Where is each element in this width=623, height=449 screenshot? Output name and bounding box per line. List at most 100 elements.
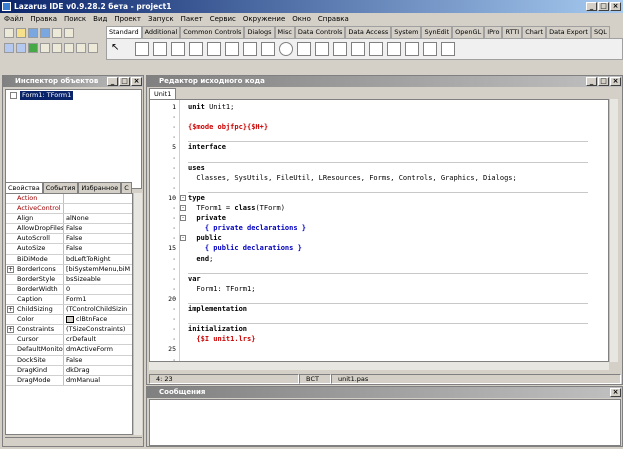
property-value[interactable]: crDefault xyxy=(64,335,132,344)
property-row[interactable]: + ChildSizing (TControlChildSizin xyxy=(6,305,132,316)
property-value[interactable]: (TSizeConstraints) xyxy=(64,325,132,334)
palette-tab-9[interactable]: OpenGL xyxy=(452,26,485,38)
inspector-minimize-button[interactable]: _ xyxy=(107,77,118,86)
property-row[interactable]: ActiveControl xyxy=(6,204,132,215)
property-row[interactable]: AutoSize False xyxy=(6,244,132,255)
property-value[interactable]: alNone xyxy=(64,214,132,223)
property-scrollbar[interactable] xyxy=(133,193,142,435)
combobox-icon[interactable] xyxy=(315,42,329,56)
property-value[interactable]: (TControlChildSizin xyxy=(64,305,132,314)
edit-icon[interactable] xyxy=(207,42,221,56)
property-row[interactable]: BorderStyle bsSizeable xyxy=(6,274,132,285)
frame-icon[interactable] xyxy=(423,42,437,56)
menu-item-8[interactable]: Окружение xyxy=(243,15,285,23)
groupbox-icon[interactable] xyxy=(351,42,365,56)
stop-icon[interactable] xyxy=(52,43,62,53)
property-value[interactable]: clBtnFace xyxy=(64,315,132,324)
fold-toggle-icon[interactable]: - xyxy=(180,205,186,211)
property-value[interactable]: dkDrag xyxy=(64,366,132,375)
editor-horizontal-scrollbar[interactable] xyxy=(149,362,609,370)
run-icon[interactable] xyxy=(28,43,38,53)
checkgroup-icon[interactable] xyxy=(387,42,401,56)
radiobutton-icon[interactable] xyxy=(279,42,293,56)
inspector-tab-3[interactable]: С xyxy=(121,182,132,193)
palette-tab-3[interactable]: Dialogs xyxy=(244,26,275,38)
menu-item-4[interactable]: Проект xyxy=(114,15,141,23)
property-value[interactable]: bsSizeable xyxy=(64,275,132,284)
property-value[interactable]: dmActiveForm xyxy=(64,345,132,354)
property-value[interactable]: dmManual xyxy=(64,376,132,385)
menu-item-9[interactable]: Окно xyxy=(292,15,311,23)
run-to-cursor-icon[interactable] xyxy=(88,43,98,53)
palette-tab-1[interactable]: Additional xyxy=(141,26,181,38)
open-icon[interactable] xyxy=(16,28,26,38)
palette-tab-7[interactable]: System xyxy=(391,26,422,38)
inspector-tab-2[interactable]: Избранное xyxy=(78,182,122,193)
palette-tab-4[interactable]: Misc xyxy=(274,26,295,38)
menu-item-0[interactable]: Файл xyxy=(4,15,23,23)
property-value[interactable] xyxy=(64,194,132,203)
maximize-button[interactable]: □ xyxy=(598,2,609,11)
popupmenu-icon[interactable] xyxy=(153,42,167,56)
tab-unit1[interactable]: Unit1 xyxy=(149,88,177,99)
panel-icon[interactable] xyxy=(405,42,419,56)
step-over-icon[interactable] xyxy=(76,43,86,53)
property-row[interactable]: BorderWidth 0 xyxy=(6,284,132,295)
property-row[interactable]: Align alNone xyxy=(6,214,132,225)
menu-item-5[interactable]: Запуск xyxy=(148,15,174,23)
expand-icon[interactable]: + xyxy=(7,265,14,273)
label-icon[interactable] xyxy=(189,42,203,56)
listbox-icon[interactable] xyxy=(297,42,311,56)
step-into-icon[interactable] xyxy=(64,43,74,53)
property-value[interactable]: False xyxy=(64,224,132,233)
property-row[interactable]: + BorderIcons [biSystemMenu,biM xyxy=(6,264,132,275)
palette-tab-6[interactable]: Data Access xyxy=(345,26,392,38)
menu-item-10[interactable]: Справка xyxy=(318,15,349,23)
code-text[interactable]: unit Unit1; {$mode objfpc}{$H+} interface u… xyxy=(188,100,608,361)
property-row[interactable]: DockSite False xyxy=(6,355,132,366)
editor-maximize-button[interactable]: □ xyxy=(598,77,609,86)
checkbox-icon[interactable] xyxy=(261,42,275,56)
editor-minimize-button[interactable]: _ xyxy=(586,77,597,86)
inspector-tab-1[interactable]: События xyxy=(42,182,79,193)
palette-tab-8[interactable]: SynEdit xyxy=(421,26,453,38)
messages-list[interactable] xyxy=(149,399,621,446)
palette-tab-0[interactable]: Standard xyxy=(106,26,142,38)
pointer-icon[interactable]: ↖ xyxy=(111,42,125,56)
property-row[interactable]: BiDiMode bdLeftToRight xyxy=(6,254,132,265)
radiogroup-icon[interactable] xyxy=(369,42,383,56)
fold-toggle-icon[interactable]: - xyxy=(180,215,186,222)
property-value[interactable]: 0 xyxy=(64,285,132,294)
scrollbar-icon[interactable] xyxy=(333,42,347,56)
property-row[interactable]: Cursor crDefault xyxy=(6,335,132,346)
property-row[interactable]: AutoScroll False xyxy=(6,234,132,245)
palette-tab-10[interactable]: IPro xyxy=(484,26,503,38)
actionlist-icon[interactable] xyxy=(441,42,455,56)
property-value[interactable]: False xyxy=(64,356,132,365)
menu-item-1[interactable]: Правка xyxy=(30,15,57,23)
menu-item-2[interactable]: Поиск xyxy=(64,15,86,23)
expand-icon[interactable]: + xyxy=(7,306,14,314)
view-forms-icon[interactable] xyxy=(16,43,26,53)
view-units-icon[interactable] xyxy=(4,43,14,53)
property-row[interactable]: AllowDropFiles False xyxy=(6,224,132,235)
fold-toggle-icon[interactable]: - xyxy=(180,194,186,201)
code-area[interactable]: 1 · · · 5 · · · · 10 · · · · 15 · · · · 20 · · · · 25 · ---- unit… xyxy=(149,99,609,362)
save-all-icon[interactable] xyxy=(40,28,50,38)
menu-item-7[interactable]: Сервис xyxy=(210,15,236,23)
tree-item-form1[interactable]: Form1: TForm1 xyxy=(20,91,74,100)
memo-icon[interactable] xyxy=(225,42,239,56)
menu-item-3[interactable]: Вид xyxy=(93,15,107,23)
property-value[interactable]: [biSystemMenu,biM xyxy=(64,265,132,274)
inspector-close-button[interactable]: × xyxy=(131,77,142,86)
new-form-icon[interactable] xyxy=(52,28,62,38)
property-row[interactable]: DragKind dkDrag xyxy=(6,365,132,376)
property-row[interactable]: Action xyxy=(6,194,132,205)
property-row[interactable]: DragMode dmManual xyxy=(6,375,132,386)
palette-tab-12[interactable]: Chart xyxy=(522,26,547,38)
pause-icon[interactable] xyxy=(40,43,50,53)
property-row[interactable]: Color clBtnFace xyxy=(6,315,132,326)
mainmenu-icon[interactable] xyxy=(135,42,149,56)
property-value[interactable]: False xyxy=(64,234,132,243)
inspector-tab-0[interactable]: Свойства xyxy=(5,182,43,193)
